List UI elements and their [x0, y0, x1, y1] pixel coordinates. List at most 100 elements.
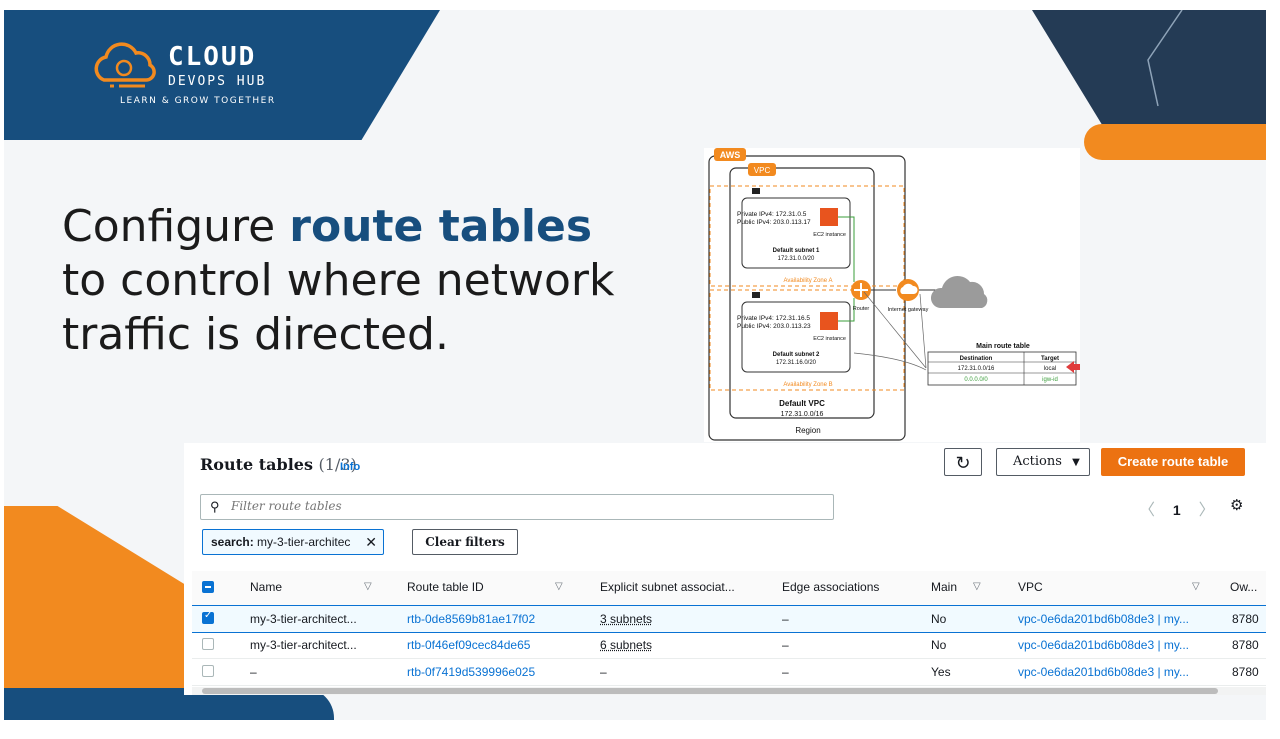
table-row[interactable]: – rtb-0f7419d539996e025 – – Yes vpc-0e6d… — [192, 659, 1266, 686]
brand-logo: CLOUD DEVOPS HUB LEARN & GROW TOGETHER — [90, 38, 290, 118]
sort-icon: ▽ — [973, 581, 981, 592]
cell-vpc[interactable]: vpc-0e6da201bd6b08de3 | my... — [1018, 606, 1189, 632]
search-icon: ⚲ — [210, 499, 220, 514]
default-vpc-label: Default VPC — [779, 399, 825, 408]
cell-vpc[interactable]: vpc-0e6da201bd6b08de3 | my... — [1018, 659, 1189, 685]
table-row[interactable]: my-3-tier-architect... rtb-0f46ef09cec84… — [192, 632, 1266, 659]
select-all-checkbox[interactable] — [202, 581, 214, 593]
cell-subnets[interactable]: 6 subnets — [600, 632, 652, 658]
column-label: Ow... — [1230, 580, 1258, 594]
sort-icon: ▽ — [555, 581, 563, 592]
subnet1-name: Default subnet 1 — [773, 248, 820, 254]
headline-highlight: route tables — [289, 201, 593, 252]
gear-icon[interactable]: ⚙ — [1230, 496, 1243, 514]
next-page-icon[interactable]: 〉 — [1199, 502, 1215, 519]
cell-edge: – — [782, 638, 789, 652]
region-label: Region — [795, 426, 820, 435]
cell-main: No — [931, 638, 947, 652]
slide: CLOUD DEVOPS HUB LEARN & GROW TOGETHER C… — [4, 10, 1266, 720]
column-header-explicit-subnet[interactable]: Explicit subnet associat... — [600, 571, 735, 603]
cell-main: Yes — [931, 665, 951, 679]
column-label: Route table ID — [407, 580, 484, 594]
decor-bottom-left-orange — [4, 506, 194, 716]
column-label: Main — [931, 580, 958, 594]
cell-main: No — [931, 612, 947, 626]
search-input[interactable] — [229, 498, 823, 514]
column-label: VPC — [1018, 580, 1043, 594]
filter-input-wrapper[interactable]: ⚲ — [200, 494, 834, 520]
subnet2-name: Default subnet 2 — [773, 352, 820, 358]
cell-edge: – — [782, 612, 789, 626]
table-row[interactable]: my-3-tier-architect... rtb-0de8569b81ae1… — [192, 605, 1266, 633]
cell-subnets[interactable]: 3 subnets — [600, 606, 652, 632]
subnet2-az: Availability Zone B — [783, 382, 832, 388]
table-header: Name ▽ Route table ID ▽ Explicit subnet as… — [192, 571, 1266, 606]
current-page[interactable]: 1 — [1173, 502, 1181, 518]
horizontal-scrollbar[interactable] — [192, 687, 1266, 695]
subnet2-public-ip: Public IPv4: 203.0.113.23 — [737, 323, 811, 330]
column-header-main[interactable]: Main ▽ — [931, 571, 981, 603]
create-route-table-button[interactable]: Create route table — [1101, 448, 1245, 476]
route-row-target: igw-id — [1042, 377, 1058, 383]
ec2-icon — [820, 312, 838, 330]
scrollbar-thumb[interactable] — [202, 688, 1218, 694]
clear-filters-button[interactable]: Clear filters — [412, 529, 518, 555]
router-label: Router — [853, 306, 870, 312]
info-link[interactable]: Info — [340, 461, 360, 473]
network-diagram: AWS VPC Private IPv4: 172.31.0.5 Public … — [704, 148, 1080, 442]
column-label: Name — [250, 580, 283, 594]
route-header-destination: Destination — [960, 356, 993, 362]
row-checkbox[interactable] — [202, 665, 214, 677]
cell-name: my-3-tier-architect... — [250, 638, 357, 652]
route-row-destination: 172.31.0.0/16 — [958, 366, 995, 372]
column-header-route-table-id[interactable]: Route table ID ▽ — [407, 571, 563, 603]
headline: Configure route tables to control where … — [62, 200, 622, 362]
subnet2-private-ip: Private IPv4: 172.31.16.5 — [737, 315, 810, 322]
row-checkbox[interactable] — [202, 638, 214, 650]
route-row-target: local — [1044, 366, 1056, 372]
subnet2-cidr: 172.31.16.0/20 — [776, 360, 817, 366]
actions-label: Actions — [1013, 454, 1062, 469]
cell-owner: 8780 — [1232, 638, 1259, 652]
cell-name: my-3-tier-architect... — [250, 612, 357, 626]
subnet1-private-ip: Private IPv4: 172.31.0.5 — [737, 211, 807, 218]
internet-cloud-icon — [930, 275, 988, 308]
default-vpc-cidr: 172.31.0.0/16 — [781, 411, 824, 418]
actions-button[interactable]: Actions ▼ — [996, 448, 1090, 476]
route-header-target: Target — [1041, 356, 1059, 362]
decor-line — [1147, 10, 1183, 107]
column-header-owner[interactable]: Ow... — [1230, 571, 1257, 603]
cell-subnets: – — [600, 665, 607, 679]
close-icon[interactable]: ✕ — [365, 530, 377, 554]
route-tables-console: Route tables (1/3) Info ↻ Actions ▼ Crea… — [184, 443, 1266, 695]
subnet2-instance: EC2 instance — [813, 336, 846, 342]
filter-token[interactable]: search: my-3-tier-architec ✕ — [202, 529, 384, 555]
column-label: Edge associations — [782, 580, 880, 594]
aws-label: AWS — [720, 150, 741, 160]
subnet1-public-ip: Public IPv4: 203.0.113.17 — [737, 219, 811, 226]
column-header-edge-associations[interactable]: Edge associations — [782, 571, 879, 603]
cell-route-table-id[interactable]: rtb-0f7419d539996e025 — [407, 659, 535, 685]
ec2-icon — [820, 208, 838, 226]
brand-title: CLOUD — [168, 42, 257, 72]
subnet1-instance: EC2 instance — [813, 232, 846, 238]
cell-route-table-id[interactable]: rtb-0f46ef09cec84de65 — [407, 632, 530, 658]
page-title-text: Route tables — [200, 455, 313, 474]
cell-route-table-id[interactable]: rtb-0de8569b81ae17f02 — [407, 606, 535, 632]
main-route-table-title: Main route table — [976, 343, 1030, 350]
brand-tagline: LEARN & GROW TOGETHER — [120, 96, 276, 106]
column-header-vpc[interactable]: VPC ▽ — [1018, 571, 1200, 603]
cell-edge: – — [782, 665, 789, 679]
prev-page-icon[interactable]: 〈 — [1139, 502, 1155, 519]
pagination: 〈 1 〉 — [1139, 496, 1215, 520]
cell-owner: 8780 — [1232, 665, 1259, 679]
refresh-icon: ↻ — [955, 453, 971, 473]
token-value: my-3-tier-architec — [257, 535, 351, 549]
column-header-name[interactable]: Name ▽ — [250, 571, 372, 603]
igw-label: Internet gateway — [888, 307, 929, 313]
cell-owner: 8780 — [1232, 612, 1259, 626]
refresh-button[interactable]: ↻ — [944, 448, 982, 476]
subnet1-az: Availability Zone A — [784, 278, 833, 284]
row-checkbox[interactable] — [202, 610, 214, 624]
cell-vpc[interactable]: vpc-0e6da201bd6b08de3 | my... — [1018, 632, 1189, 658]
